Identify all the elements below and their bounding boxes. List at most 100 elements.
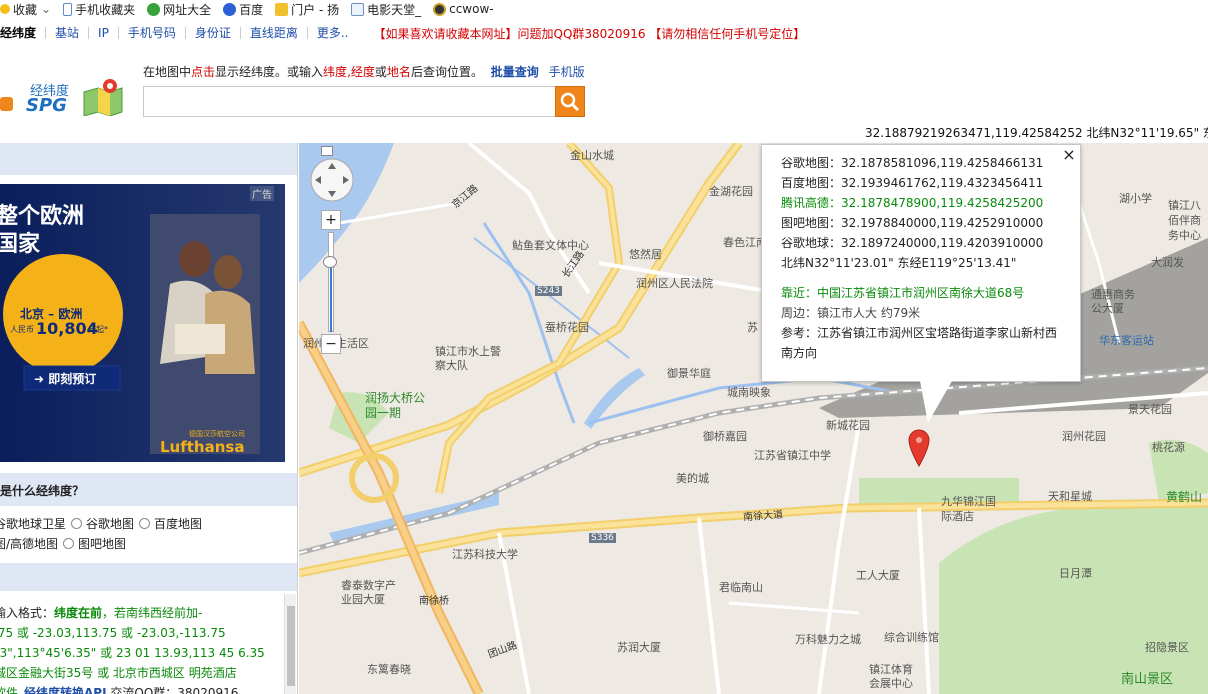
mobile-version-link[interactable]: 手机版 [549, 65, 585, 79]
map-label-poi: 金山水城 [570, 149, 614, 162]
ad-label: 广告 [250, 186, 274, 201]
map-label-poi: 苏润大厦 [617, 641, 661, 654]
map-label-scenic: 南山景区 [1121, 672, 1174, 687]
map-label-poi: 镇江市水上警察大队 [435, 345, 501, 372]
scrollbar-thumb[interactable] [287, 606, 295, 686]
logo-mark [0, 97, 13, 111]
star-icon [0, 4, 10, 14]
document-icon [351, 2, 365, 16]
close-icon[interactable]: × [1061, 147, 1077, 164]
map-label-poi: 招隐景区 [1145, 641, 1189, 654]
map-label-poi: 万科魅力之城 [795, 633, 861, 646]
map-label-poi: 金湖花园 [709, 185, 753, 198]
map-label-poi: 蚕桥花园 [545, 321, 589, 334]
map-label-park: 润扬大桥公园一期 [365, 391, 426, 420]
search-button[interactable] [555, 86, 585, 117]
ad-price-suffix: 元起* [88, 325, 108, 334]
bookmark-sites[interactable]: 网址大全 [147, 1, 211, 18]
search-icon [560, 92, 580, 111]
highway-shield: S336 [589, 533, 616, 543]
bookmark-mobile[interactable]: 手机收藏夹 [63, 1, 135, 18]
zoom-out-button[interactable]: − [321, 334, 341, 354]
map-label-poi: 镇江八佰伴商务中心 [1168, 199, 1201, 242]
popup-mapbar-coords: 图吧地图：32.1978840000,119.4252910000 [781, 216, 1044, 230]
nav-notice: 【如果喜欢请收藏本网址】问题加QQ群38020916 【请勿相信任何手机号定位】 [373, 26, 806, 41]
map-label-poi: 御景华庭 [667, 367, 711, 380]
map-label-poi: 东篱春晓 [367, 663, 411, 676]
popup-reference: 参考：江苏省镇江市润州区宝塔路街道李家山新村西南方向 [781, 326, 1058, 360]
map-label-poi: 睿泰数字产业园大厦 [341, 579, 396, 606]
advertisement-banner[interactable]: 广告 整个欧洲 国家 北京 – 欧洲 人民币 10,804 元起* ➜ 即刻预订… [0, 184, 285, 462]
map-type-radios-row1: 谷歌地球卫星 谷歌地图 百度地图 [0, 515, 202, 532]
left-panel-topbar [0, 143, 297, 175]
map-label-poi: 苏 [747, 321, 758, 334]
map-label-poi: 新城花园 [826, 419, 870, 432]
bookmark-portal[interactable]: 门户 - 扬 [275, 1, 339, 18]
bookmark-baidu[interactable]: 百度 [223, 1, 263, 18]
map-label-poi: 景天花园 [1128, 403, 1172, 416]
ad-book-button[interactable]: ➜ 即刻预订 [34, 370, 96, 387]
top-nav: 经纬度 基站 IP 手机号码 身份证 直线距离 更多.. 【如果喜欢请收藏本网址… [0, 22, 805, 44]
left-panel-scrollbar[interactable] [284, 594, 296, 694]
popup-google-coords: 谷歌地图：32.1878581096,119.4258466131 [781, 156, 1044, 170]
nav-item-ip[interactable]: IP [89, 27, 119, 39]
park-area [939, 501, 1208, 694]
map-label-poi: 御桥嘉园 [703, 430, 747, 443]
map-label-poi: 润州花园 [1062, 430, 1106, 443]
map-label-poi: 城南映象 [727, 386, 771, 399]
api-links-row: 软件经纬度转换API 交流QQ群：38020916 [0, 683, 238, 694]
map-label-poi: 天和星城 [1048, 490, 1092, 503]
map-label-road: 南徐大道 [742, 509, 784, 524]
zoom-in-button[interactable]: + [321, 210, 341, 230]
fullscreen-icon[interactable] [321, 146, 333, 156]
map-label-poi: 日月潭 [1059, 567, 1092, 580]
radio-mapbar[interactable] [63, 538, 75, 549]
phone-icon [63, 2, 73, 16]
map-pan-control[interactable] [309, 157, 355, 203]
location-search-input[interactable] [143, 86, 555, 117]
map-zoom-control: + − [321, 210, 341, 356]
popup-tail [920, 381, 952, 423]
map-label-poi: 江苏省镇江中学 [754, 449, 831, 462]
wow-icon [433, 2, 447, 16]
zoom-slider-handle[interactable] [323, 256, 337, 268]
map-label-poi: 湖小学 [1119, 192, 1152, 205]
arrow-right-icon: ➜ [34, 372, 49, 386]
coordinate-readout: 32.18879219263471,119.42584252 北纬N32°11'… [865, 126, 1208, 140]
ad-price-prefix: 人民币 [10, 325, 34, 334]
bookmark-movie[interactable]: 电影天堂_ [351, 1, 421, 18]
map-label-poi: 工人大厦 [856, 569, 900, 582]
map-label-poi: 综合训练馆 [884, 631, 939, 644]
nav-item-more[interactable]: 更多.. [308, 27, 358, 39]
nav-item-phone[interactable]: 手机号码 [119, 27, 186, 39]
radio-google-map[interactable] [71, 518, 83, 529]
bookmark-favorites[interactable]: 收藏 ⌄ [0, 1, 51, 18]
location-marker-icon[interactable] [907, 428, 931, 468]
input-section-bar [0, 563, 297, 591]
search-hint: 在地图中点击显示经纬度。或输入纬度,经度或地名后查询位置。 批量查询 手机版 [143, 65, 585, 79]
left-panel: 广告 整个欧洲 国家 北京 – 欧洲 人民币 10,804 元起* ➜ 即刻预订… [0, 143, 298, 694]
input-example-2: 93",113°45'6.35" 或 23 01 13.93,113 45 6.… [0, 646, 265, 660]
zoom-track[interactable] [328, 232, 334, 332]
batch-query-link[interactable]: 批量查询 [491, 65, 539, 79]
bookmark-ccwow[interactable]: ccwow- [433, 2, 494, 16]
radio-baidu-map[interactable] [139, 518, 151, 529]
nav-item-station[interactable]: 基站 [46, 27, 90, 39]
radio-amap-label[interactable]: 图/高德地图 [0, 535, 58, 552]
ad-airline: Lufthansa [160, 438, 245, 456]
radio-google-earth-label[interactable]: 谷歌地球卫星 [0, 515, 66, 532]
nav-item-latlng[interactable]: 经纬度 [0, 27, 47, 39]
popup-around: 周边：镇江市人大 约79米 [781, 306, 921, 320]
what-is-latlng-title: 是什么经纬度？ [0, 484, 85, 498]
map-label-poi: 华东客运站 [1099, 334, 1154, 347]
api-link[interactable]: 经纬度转换API [24, 686, 107, 694]
map-label-poi: 大润发 [1151, 256, 1184, 269]
nav-item-distance[interactable]: 直线距离 [241, 27, 308, 39]
map-label-poi: 江苏科技大学 [452, 548, 518, 561]
map-label-poi: 悠然居 [629, 248, 662, 261]
nav-item-idcard[interactable]: 身份证 [186, 27, 241, 39]
site-logo[interactable]: 经纬度 SPG [0, 79, 130, 120]
plus-globe-icon [147, 2, 161, 16]
map-label-poi: 桃花源 [1152, 441, 1185, 454]
highway-shield: S243 [535, 286, 562, 296]
